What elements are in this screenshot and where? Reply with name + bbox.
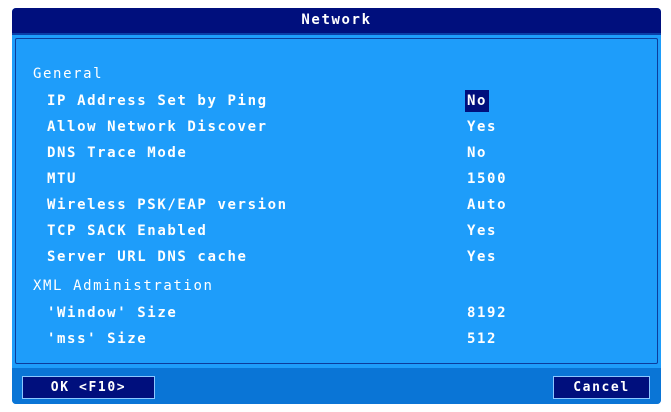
setting-row-mtu[interactable]: MTU 1500 [12,166,661,192]
setting-value[interactable]: Yes [467,117,497,137]
section-xml-administration-heading: XML Administration [33,278,214,294]
title-separator [12,33,661,35]
ok-button[interactable]: OK <F10> [22,376,155,399]
setting-row-server-url-dns-cache[interactable]: Server URL DNS cache Yes [12,244,661,270]
setting-value-selected[interactable]: No [465,90,490,112]
setting-row-window-size[interactable]: 'Window' Size 8192 [12,300,661,326]
setting-label: Wireless PSK/EAP version [47,197,288,213]
setting-row-allow-network-discover[interactable]: Allow Network Discover Yes [12,114,661,140]
setting-label: IP Address Set by Ping [47,93,268,109]
cancel-button[interactable]: Cancel [553,376,650,399]
setting-row-ip-address-set-by-ping[interactable]: IP Address Set by Ping No [12,88,661,114]
setting-value[interactable]: 8192 [467,303,507,323]
setting-label: Server URL DNS cache [47,249,248,265]
setting-label: MTU [47,171,78,187]
setting-value[interactable]: Yes [467,221,497,241]
setting-row-mss-size[interactable]: 'mss' Size 512 [12,326,661,352]
setting-value[interactable]: Yes [467,247,497,267]
dialog-footer: OK <F10> Cancel [12,368,661,404]
setting-label: TCP SACK Enabled [47,223,208,239]
setting-label: Allow Network Discover [47,119,268,135]
setting-value[interactable]: Auto [467,195,507,215]
setting-label: 'Window' Size [47,305,178,321]
setting-label: 'mss' Size [47,331,148,347]
setting-row-tcp-sack-enabled[interactable]: TCP SACK Enabled Yes [12,218,661,244]
setting-row-dns-trace-mode[interactable]: DNS Trace Mode No [12,140,661,166]
setting-row-wireless-psk-eap-version[interactable]: Wireless PSK/EAP version Auto [12,192,661,218]
section-general-heading: General [33,66,104,82]
network-dialog: Network General IP Address Set by Ping N… [12,8,661,404]
setting-value[interactable]: 512 [467,329,497,349]
setting-label: DNS Trace Mode [47,145,188,161]
setting-value[interactable]: 1500 [467,169,507,189]
dialog-title: Network [12,8,661,33]
setting-value[interactable]: No [467,143,487,163]
